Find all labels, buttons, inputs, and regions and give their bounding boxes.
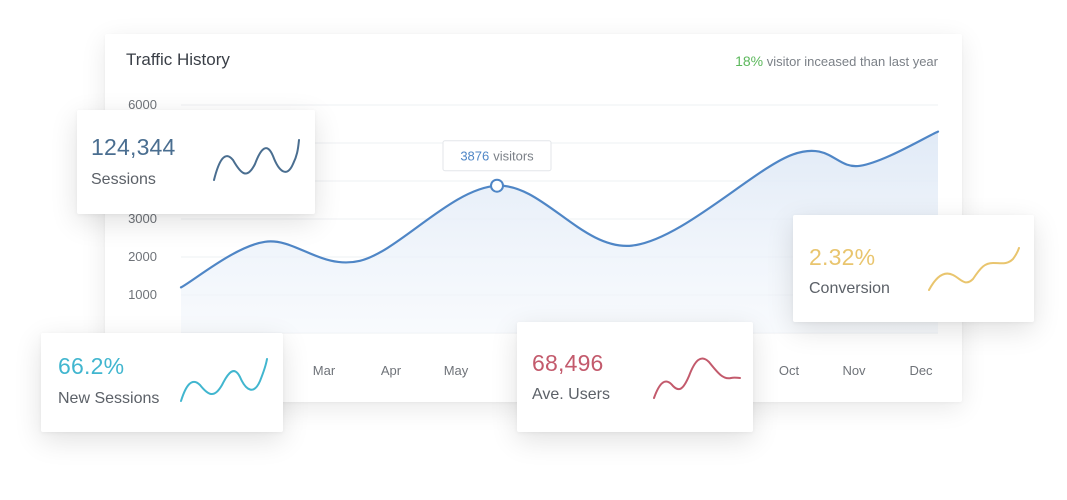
- y-tick-label: 1000: [128, 287, 157, 302]
- ave-users-label: Ave. Users: [532, 386, 610, 403]
- ave-users-sparkline: [653, 357, 741, 399]
- new-sessions-value: 66.2%: [58, 353, 125, 379]
- highlight-point: [490, 178, 504, 193]
- x-tick-label: Apr: [381, 363, 402, 378]
- ave-users-card[interactable]: 68,496 Ave. Users: [517, 322, 753, 432]
- conversion-card[interactable]: 2.32% Conversion: [793, 215, 1034, 322]
- x-tick-label: May: [444, 363, 469, 378]
- conversion-label: Conversion: [809, 280, 890, 297]
- ave-users-value: 68,496: [532, 350, 604, 376]
- tooltip-value: 3876: [460, 149, 489, 164]
- y-tick-label: 2000: [128, 249, 157, 264]
- tooltip: 3876 visitors: [442, 140, 552, 172]
- conversion-sparkline: [928, 247, 1020, 291]
- x-tick-label: Mar: [313, 363, 336, 378]
- new-sessions-label: New Sessions: [58, 390, 160, 407]
- x-tick-label: Nov: [842, 363, 866, 378]
- sessions-value: 124,344: [91, 134, 176, 160]
- new-sessions-card[interactable]: 66.2% New Sessions: [41, 333, 283, 432]
- x-tick-label: Dec: [909, 363, 933, 378]
- sessions-sparkline: [213, 139, 300, 181]
- x-tick-label: Oct: [779, 363, 800, 378]
- sessions-label: Sessions: [91, 171, 156, 188]
- tooltip-text: 3876 visitors: [460, 149, 534, 164]
- sessions-card[interactable]: 124,344 Sessions: [77, 110, 315, 214]
- conversion-value: 2.32%: [809, 244, 876, 270]
- tooltip-unit: visitors: [493, 149, 534, 164]
- new-sessions-sparkline: [180, 358, 268, 402]
